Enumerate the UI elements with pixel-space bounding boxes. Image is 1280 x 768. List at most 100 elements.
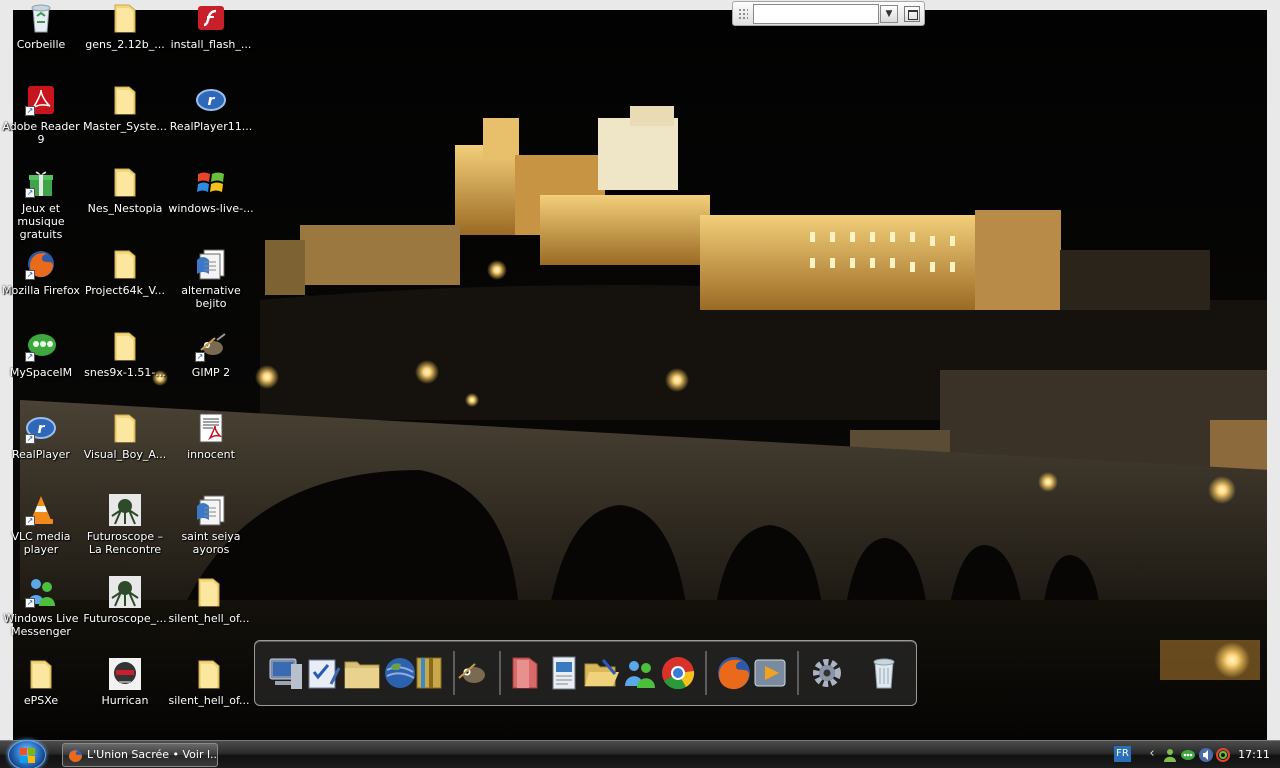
folder-icon [109, 248, 141, 280]
dock-red-folder-icon[interactable] [507, 654, 545, 692]
desktop-icon-innocent[interactable]: innocent [168, 412, 254, 461]
desktop-icon-vlc[interactable]: ↗ VLC media player [0, 494, 84, 556]
wallpaper-frame-right [1267, 0, 1280, 740]
desktop-icon-futuroscope-rencontre[interactable]: Futuroscope – La Rencontre [82, 494, 168, 556]
dock-folder-icon[interactable] [343, 654, 381, 692]
dock-settings-gear-icon[interactable] [808, 654, 846, 692]
desktop-icon-label: VLC media player [11, 530, 71, 556]
desktop-icon-adobe-reader[interactable]: ↗ Adobe Reader 9 [0, 84, 84, 146]
taskbar-window-title: L'Union Sacrée • Voir l... [87, 748, 218, 761]
flash-installer-icon [195, 2, 227, 34]
shortcut-arrow-icon: ↗ [25, 516, 35, 526]
desktop-icon-visual-boy[interactable]: Visual_Boy_A... [82, 412, 168, 461]
desktop-icon-label: MySpaceIM [9, 366, 73, 379]
dock-gimp-icon[interactable] [453, 654, 491, 692]
desktop-icon-windows-live-messenger[interactable]: ↗ Windows Live Messenger [0, 576, 84, 638]
realplayer-icon: r ↗ [25, 412, 57, 444]
desktop-icon-myspaceim[interactable]: ↗ MySpaceIM [0, 330, 84, 379]
desktop-icon-project64k[interactable]: Project64k_V... [82, 248, 168, 297]
dock-chrome-icon[interactable] [659, 654, 697, 692]
desktop-icon-label: Jeux et musique gratuits [17, 202, 65, 241]
shortcut-arrow-icon: ↗ [195, 352, 205, 362]
desktop-icon-corbeille[interactable]: Corbeille [0, 2, 84, 51]
folder-icon [109, 84, 141, 116]
desktop-icon-label: gens_2.12b_... [85, 38, 165, 51]
desktop-icon-realplayer[interactable]: r ↗ RealPlayer [0, 412, 84, 461]
desktop-icon-label: Hurrican [101, 694, 149, 707]
dock-users-icon[interactable] [621, 654, 659, 692]
shortcut-arrow-icon: ↗ [25, 352, 35, 362]
taskbar-window-button[interactable]: L'Union Sacrée • Voir l... [62, 743, 218, 767]
shortcut-arrow-icon: ↗ [25, 598, 35, 608]
start-button[interactable] [8, 740, 46, 768]
folder-icon [109, 330, 141, 362]
desktop-icon-snes9x[interactable]: snes9x-1.51-... [82, 330, 168, 379]
desktop-icon-epsxe[interactable]: ePSXe [0, 658, 84, 707]
tray-swirl-icon[interactable] [1215, 747, 1231, 763]
shortcut-arrow-icon: ↗ [25, 270, 35, 280]
vlc-cone-icon: ↗ [25, 494, 57, 526]
dock-archive-icon[interactable] [411, 654, 449, 692]
taskbar-clock[interactable]: 17:11 [1232, 741, 1276, 768]
desktop-icon-install-flash[interactable]: install_flash_... [168, 2, 254, 51]
desktop-icon-label: Windows Live Messenger [3, 612, 79, 638]
desktop-icon-silent-hell-1[interactable]: silent_hell_of... [166, 576, 252, 625]
desktop-icon-label: Futuroscope_... [83, 612, 167, 625]
folder-icon [109, 2, 141, 34]
folder-icon [25, 658, 57, 690]
desktop-icon-label: innocent [187, 448, 235, 461]
shortcut-arrow-icon: ↗ [25, 434, 35, 444]
desktop-icon-jeux-musique[interactable]: ↗ Jeux et musique gratuits [0, 166, 84, 241]
gift-icon: ↗ [25, 166, 57, 198]
desktop-icon-label: Adobe Reader 9 [2, 120, 80, 146]
desktop-icon-label: GIMP 2 [191, 366, 231, 379]
floating-search-toolbar[interactable]: ▼ [732, 1, 925, 26]
futuroscope-icon [109, 494, 141, 526]
desktop-icon-windows-live[interactable]: windows-live-... [168, 166, 254, 215]
hurrican-icon [109, 658, 141, 690]
dock-firefox-icon[interactable] [715, 654, 753, 692]
desktop-icon-label: silent_hell_of... [168, 612, 250, 625]
desktop-icon-label: Nes_Nestopia [87, 202, 163, 215]
dock-my-computer-icon[interactable] [267, 654, 305, 692]
desktop-icon-alternative-bejito[interactable]: alternative bejito [168, 248, 254, 310]
dock-media-player-icon[interactable] [751, 654, 789, 692]
desktop-icon-saint-seiya[interactable]: saint seiya ayoros [168, 494, 254, 556]
windows-logo-icon [20, 748, 35, 763]
recycle-bin-icon [25, 2, 57, 34]
desktop-icon-firefox[interactable]: ↗ Mozilla Firefox [0, 248, 84, 297]
toolbar-search-input[interactable] [753, 4, 879, 24]
shortcut-arrow-icon: ↗ [25, 188, 35, 198]
dock-trash-icon[interactable] [865, 654, 903, 692]
toolbar-maximize-button[interactable] [904, 6, 920, 22]
dock-document-icon[interactable] [545, 654, 583, 692]
show-hidden-icons-chevron-icon[interactable]: ‹ [1146, 745, 1158, 763]
dock-separator [797, 651, 799, 695]
dock-separator [499, 651, 501, 695]
dock-checklist-icon[interactable] [305, 654, 343, 692]
tray-network-users-icon[interactable] [1162, 747, 1178, 763]
messenger-icon: ↗ [25, 576, 57, 608]
desktop-icon-realplayer11[interactable]: r RealPlayer11... [168, 84, 254, 133]
desktop-icon-silent-hell-2[interactable]: silent_hell_of... [166, 658, 252, 707]
svg-text:r: r [38, 421, 46, 437]
desktop-icon-gimp[interactable]: ↗ GIMP 2 [168, 330, 254, 379]
desktop-icon-label: Corbeille [16, 38, 66, 51]
adobe-reader-icon: ↗ [25, 84, 57, 116]
desktop-icon-nes-nestopia[interactable]: Nes_Nestopia [82, 166, 168, 215]
desktop-icon-hurrican[interactable]: Hurrican [82, 658, 168, 707]
dock-open-folder-icon[interactable] [583, 654, 621, 692]
drag-grip-icon[interactable] [738, 8, 748, 20]
desktop-icon-futuroscope[interactable]: Futuroscope_... [82, 576, 168, 625]
language-indicator[interactable]: FR [1114, 746, 1131, 762]
desktop-icon-label: RealPlayer11... [169, 120, 253, 133]
desktop-icon-gens[interactable]: gens_2.12b_... [82, 2, 168, 51]
desktop-icon-label: ePSXe [23, 694, 59, 707]
toolbar-dropdown-button[interactable]: ▼ [880, 5, 898, 23]
taskbar: L'Union Sacrée • Voir l... FR ‹ 17:11 [0, 740, 1280, 768]
desktop-icon-master-system[interactable]: Master_Syste... [82, 84, 168, 133]
tray-messenger-icon[interactable] [1180, 747, 1196, 763]
tray-volume-icon[interactable] [1198, 747, 1214, 763]
firefox-icon [68, 748, 83, 763]
dock-separator [705, 651, 707, 695]
